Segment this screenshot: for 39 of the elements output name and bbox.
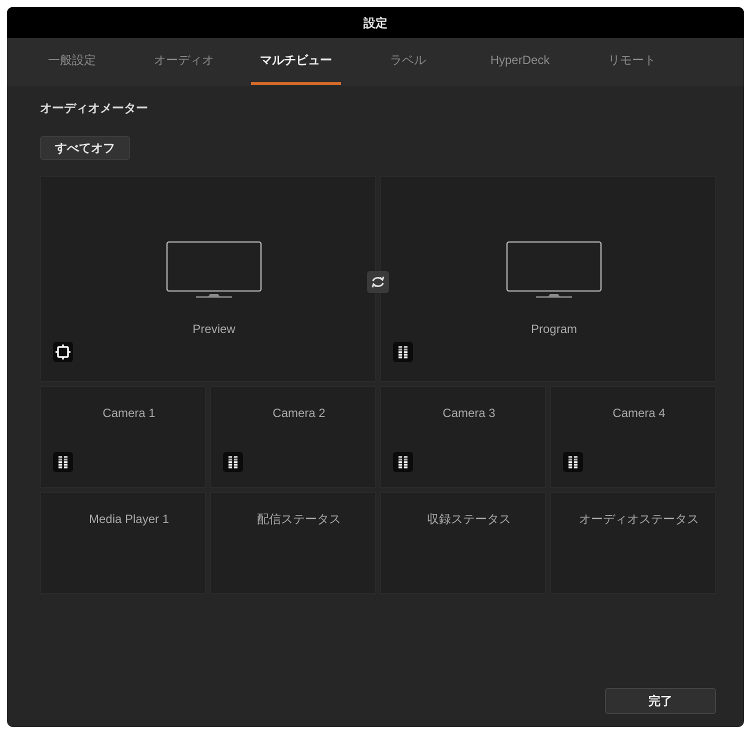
view-label: Camera 3 [442, 405, 496, 421]
view-label: Camera 4 [612, 405, 666, 421]
view-label: 収録ステータス [427, 511, 511, 527]
view-label: Camera 1 [102, 405, 156, 421]
tab[interactable]: リモート [587, 38, 677, 85]
view-label: Camera 2 [272, 405, 326, 421]
tab[interactable]: ラベル [363, 38, 453, 85]
section-title: オーディオメーター [40, 100, 148, 116]
audio-meter-icon[interactable] [393, 342, 413, 362]
view-label: Program [530, 321, 577, 337]
multiview-cell[interactable]: Media Player 1 [40, 492, 206, 594]
multiview-cell[interactable]: 配信ステータス [210, 492, 376, 594]
all-off-button[interactable]: すべてオフ [40, 136, 130, 160]
tab[interactable]: マルチビュー [251, 38, 341, 85]
done-button[interactable]: 完了 [605, 688, 716, 714]
multiview-cell[interactable]: Camera 4 [550, 386, 716, 488]
multiview-cell[interactable]: Camera 2 [210, 386, 376, 488]
tab[interactable]: オーディオ [139, 38, 229, 85]
multiview-cell[interactable]: Program [380, 176, 716, 382]
view-label: Preview [192, 321, 236, 337]
multiview-cell[interactable]: Preview [40, 176, 376, 382]
monitor-icon [506, 241, 602, 299]
audio-meter-icon[interactable] [563, 452, 583, 472]
audio-meter-icon[interactable] [393, 452, 413, 472]
audio-meter-icon[interactable] [223, 452, 243, 472]
audio-meter-icon[interactable] [53, 452, 73, 472]
view-label: Media Player 1 [88, 511, 170, 527]
circular-arrows-icon[interactable] [367, 271, 389, 293]
tab[interactable]: HyperDeck [475, 38, 565, 85]
view-label: 配信ステータス [257, 511, 341, 527]
multiview-cell[interactable]: Camera 3 [380, 386, 546, 488]
frame-icon[interactable] [53, 342, 73, 362]
view-label: オーディオステータス [579, 511, 699, 527]
window-title: 設定 [364, 14, 388, 32]
multiview-cell[interactable]: 収録ステータス [380, 492, 546, 594]
multiview-cell[interactable]: オーディオステータス [550, 492, 716, 594]
monitor-icon [166, 241, 262, 299]
multiview-cell[interactable]: Camera 1 [40, 386, 206, 488]
tab[interactable]: 一般設定 [27, 38, 117, 85]
